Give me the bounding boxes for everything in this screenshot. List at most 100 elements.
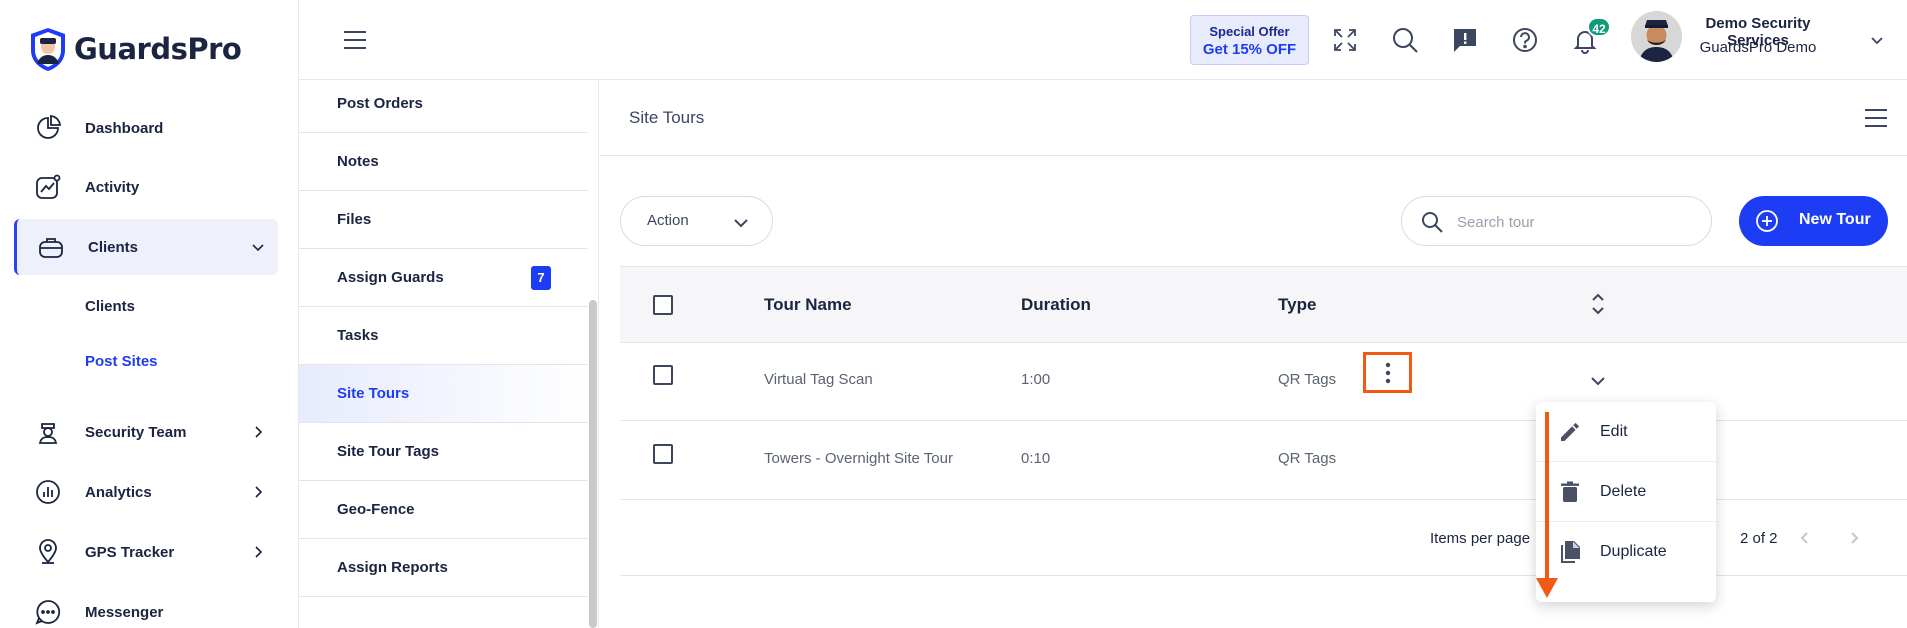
menu-item-edit[interactable]: Edit bbox=[1536, 402, 1716, 462]
menu-item-assign-reports[interactable]: Assign Reports bbox=[299, 539, 588, 597]
column-header-tour-name[interactable]: Tour Name bbox=[764, 295, 852, 315]
menu-item-geo-fence[interactable]: Geo-Fence bbox=[299, 481, 588, 539]
menu-item-notes[interactable]: Notes bbox=[299, 133, 588, 191]
menu-item-label: Notes bbox=[337, 153, 379, 170]
offer-title: Special Offer bbox=[1209, 24, 1290, 39]
fullscreen-icon[interactable] bbox=[1331, 26, 1359, 54]
sidebar-item-analytics[interactable]: Analytics bbox=[14, 464, 278, 520]
next-page-icon[interactable] bbox=[1846, 530, 1862, 546]
chevron-right-icon[interactable] bbox=[250, 484, 266, 500]
expand-row-icon[interactable] bbox=[1588, 371, 1608, 391]
action-label: Action bbox=[647, 212, 689, 229]
prev-page-icon[interactable] bbox=[1797, 530, 1813, 546]
column-header-type[interactable]: Type bbox=[1278, 295, 1316, 315]
menu-item-site-tours[interactable]: Site Tours bbox=[299, 365, 588, 423]
guard-icon bbox=[38, 423, 58, 444]
tour-name-cell: Towers - Overnight Site Tour bbox=[764, 450, 953, 467]
top-bar: Special Offer Get 15% OFF 42 Demo Securi… bbox=[299, 0, 1907, 80]
menu-item-label: Assign Guards bbox=[337, 269, 444, 286]
type-cell: QR Tags bbox=[1278, 450, 1337, 467]
brand-name: GuardsPro bbox=[74, 32, 242, 66]
user-organization: GuardsPro Demo bbox=[1699, 39, 1817, 56]
row-checkbox[interactable] bbox=[653, 365, 673, 385]
post-site-menu: Post Orders Notes Files Assign Guards 7 … bbox=[299, 80, 599, 628]
table-header: Tour Name Duration Type bbox=[620, 266, 1907, 343]
search-icon bbox=[1422, 212, 1443, 233]
sidebar-subitem-clients[interactable]: Clients bbox=[85, 298, 135, 315]
sort-icon[interactable] bbox=[1587, 289, 1609, 319]
menu-item-assign-guards[interactable]: Assign Guards 7 bbox=[299, 249, 588, 307]
sidebar-item-label: Clients bbox=[88, 238, 139, 256]
select-all-checkbox[interactable] bbox=[653, 295, 673, 315]
menu-scrollbar[interactable] bbox=[589, 300, 597, 628]
notification-count-badge: 42 bbox=[1587, 17, 1611, 37]
sidebar-item-label: Messenger bbox=[85, 603, 164, 621]
row-checkbox[interactable] bbox=[653, 444, 673, 464]
assign-guards-count-badge: 7 bbox=[531, 265, 551, 290]
menu-item-label: Edit bbox=[1600, 423, 1628, 440]
chevron-down-icon[interactable] bbox=[250, 239, 266, 255]
brand-logo[interactable]: GuardsPro bbox=[28, 26, 242, 72]
menu-item-duplicate[interactable]: Duplicate bbox=[1536, 522, 1716, 582]
hamburger-menu-icon[interactable] bbox=[343, 30, 367, 50]
sidebar-item-activity[interactable]: Activity bbox=[14, 159, 278, 215]
sidebar-item-security-team[interactable]: Security Team bbox=[14, 404, 278, 460]
menu-item-delete[interactable]: Delete bbox=[1536, 462, 1716, 522]
guard-avatar-icon bbox=[1631, 11, 1682, 62]
duration-cell: 0:10 bbox=[1021, 450, 1051, 467]
offer-discount: Get 15% OFF bbox=[1202, 41, 1297, 58]
sidebar-item-clients[interactable]: Clients bbox=[14, 219, 278, 275]
pagination-range: 2 of 2 bbox=[1740, 530, 1778, 547]
briefcase-icon bbox=[39, 238, 63, 258]
app-root: GuardsPro Dashboard Activity Clients Cli… bbox=[0, 0, 1907, 628]
list-menu-icon[interactable] bbox=[1864, 108, 1888, 128]
duration-cell: 1:00 bbox=[1021, 371, 1051, 388]
search-input[interactable] bbox=[1457, 211, 1687, 233]
search-box bbox=[1401, 196, 1712, 246]
type-cell: QR Tags bbox=[1278, 371, 1337, 388]
pie-chart-icon bbox=[37, 115, 61, 139]
analytics-icon bbox=[36, 480, 60, 504]
row-actions-button[interactable] bbox=[1363, 352, 1412, 393]
sidebar-item-messenger[interactable]: Messenger bbox=[14, 584, 278, 628]
sidebar-item-label: Security Team bbox=[85, 423, 187, 441]
activity-chart-icon bbox=[36, 174, 61, 199]
menu-item-label: Site Tour Tags bbox=[337, 443, 439, 460]
search-icon[interactable] bbox=[1391, 26, 1419, 54]
sidebar-item-gps-tracker[interactable]: GPS Tracker bbox=[14, 524, 278, 580]
sidebar-item-label: Dashboard bbox=[85, 119, 164, 137]
row-actions-menu: Edit Delete Duplicate bbox=[1536, 402, 1716, 602]
duplicate-icon bbox=[1561, 541, 1580, 563]
more-vertical-icon bbox=[1385, 362, 1391, 384]
menu-item-label: Duplicate bbox=[1600, 543, 1667, 560]
menu-item-site-tour-tags[interactable]: Site Tour Tags bbox=[299, 423, 588, 481]
new-tour-button[interactable]: New Tour bbox=[1739, 196, 1888, 246]
menu-item-post-orders[interactable]: Post Orders bbox=[299, 80, 588, 133]
sidebar-item-label: Activity bbox=[85, 178, 140, 196]
sidebar-item-dashboard[interactable]: Dashboard bbox=[14, 100, 278, 156]
report-alert-icon[interactable] bbox=[1451, 26, 1479, 54]
column-header-duration[interactable]: Duration bbox=[1021, 295, 1091, 315]
menu-item-label: Tasks bbox=[337, 327, 379, 344]
menu-item-label: Geo-Fence bbox=[337, 501, 415, 518]
menu-item-label: Delete bbox=[1600, 483, 1647, 500]
new-tour-label: New Tour bbox=[1799, 211, 1871, 228]
action-dropdown[interactable]: Action bbox=[620, 196, 773, 246]
sidebar: GuardsPro Dashboard Activity Clients Cli… bbox=[0, 0, 299, 628]
chevron-right-icon[interactable] bbox=[250, 424, 266, 440]
tour-name-cell: Virtual Tag Scan bbox=[764, 371, 873, 388]
items-per-page-label: Items per page bbox=[1430, 530, 1531, 547]
chevron-down-icon[interactable] bbox=[1869, 32, 1885, 48]
guard-shield-logo-icon bbox=[31, 28, 65, 71]
avatar[interactable] bbox=[1631, 11, 1682, 62]
chevron-right-icon[interactable] bbox=[250, 544, 266, 560]
chevron-down-icon bbox=[734, 219, 748, 228]
menu-item-tasks[interactable]: Tasks bbox=[299, 307, 588, 365]
sidebar-subitem-post-sites[interactable]: Post Sites bbox=[85, 353, 158, 370]
menu-item-files[interactable]: Files bbox=[299, 191, 588, 249]
menu-item-label: Post Orders bbox=[337, 95, 423, 112]
help-icon[interactable] bbox=[1511, 26, 1539, 54]
sidebar-item-label: GPS Tracker bbox=[85, 543, 175, 561]
sidebar-item-label: Analytics bbox=[85, 483, 152, 501]
special-offer-button[interactable]: Special Offer Get 15% OFF bbox=[1190, 15, 1309, 65]
